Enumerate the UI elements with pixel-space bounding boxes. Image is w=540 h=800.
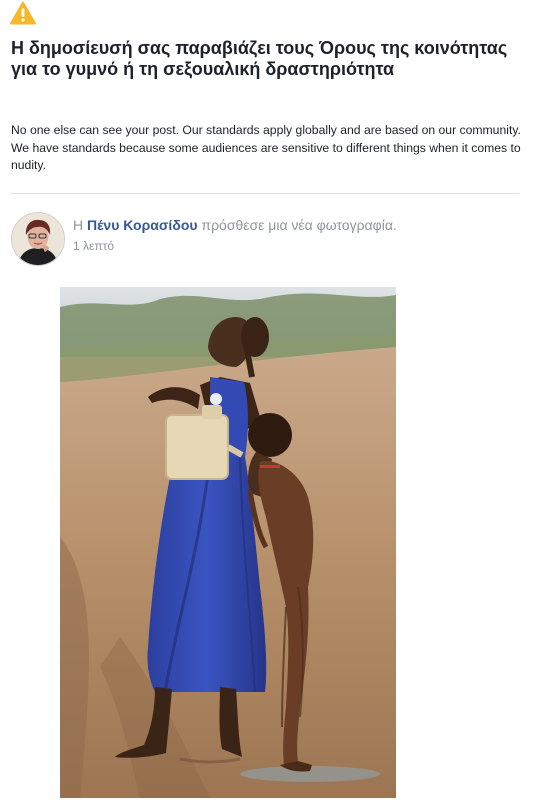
violation-explanation: No one else can see your post. Our stand…: [11, 123, 521, 172]
divider: [11, 193, 519, 194]
warning-icon: [10, 1, 36, 25]
avatar[interactable]: [11, 212, 65, 266]
post-action-text: πρόσθεσε μια νέα φωτογραφία.: [197, 217, 397, 233]
post-photo[interactable]: [60, 287, 396, 798]
post-timestamp[interactable]: 1 λεπτό: [73, 238, 114, 254]
post-header: Η Πένυ Κορασίδου πρόσθεσε μια νέα φωτογρ…: [73, 216, 397, 234]
author-link[interactable]: Πένυ Κορασίδου: [87, 217, 198, 233]
post-header-prefix: Η: [73, 217, 87, 233]
violation-title: Η δημοσίευσή σας παραβιάζει τους Όρους τ…: [11, 38, 508, 79]
